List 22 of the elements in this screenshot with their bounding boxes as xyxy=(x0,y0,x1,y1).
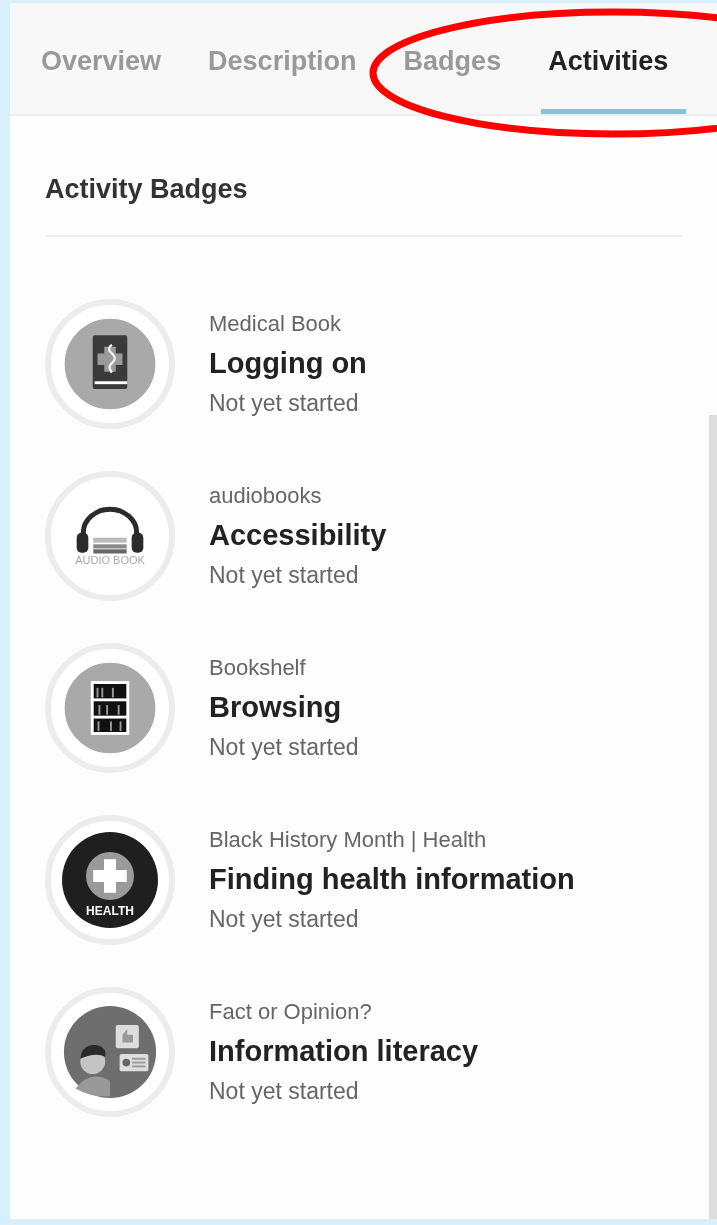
badge-status: Not yet started xyxy=(209,561,360,589)
section-title: Activity Badges xyxy=(45,174,249,205)
badge-category: Fact or Opinion? xyxy=(209,998,373,1025)
badge-category: Bookshelf xyxy=(209,654,307,681)
bookshelf-icon xyxy=(62,659,158,756)
badge-status: Not yet started xyxy=(209,733,359,761)
badge-title[interactable]: Browsing xyxy=(209,690,359,724)
badge-status: Not yet started xyxy=(209,1077,360,1105)
badge-status: Not yet started xyxy=(209,905,360,933)
scrollbar[interactable] xyxy=(709,415,717,1219)
badge-category: Black History Month | Health xyxy=(209,826,488,853)
health-cross-icon: HEALTH xyxy=(62,831,158,928)
badge-title[interactable]: Finding health information xyxy=(209,862,575,896)
person-with-thumbs-icon xyxy=(62,1003,158,1100)
badge-title[interactable]: Information literacy xyxy=(209,1034,479,1068)
badge-category: audiobooks xyxy=(209,482,323,509)
badge-category: Medical Book xyxy=(209,310,343,337)
tab[interactable]: Activities xyxy=(541,3,687,114)
badge-status: Not yet started xyxy=(209,389,360,417)
medical-book-icon xyxy=(62,315,158,412)
badge-title[interactable]: Accessibility xyxy=(209,518,387,552)
badge-title[interactable]: Logging on xyxy=(209,346,367,380)
